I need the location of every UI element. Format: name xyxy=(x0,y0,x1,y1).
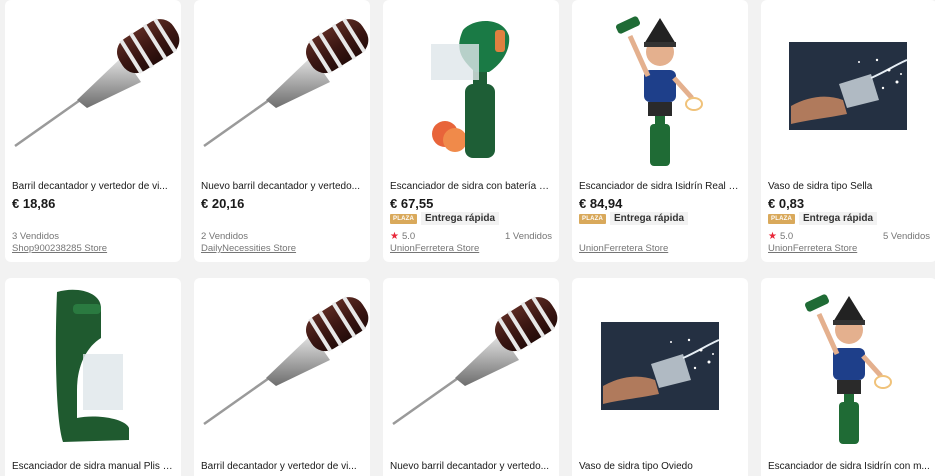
product-price: € 84,94 xyxy=(579,196,623,211)
product-title[interactable]: Vaso de sidra tipo Sella xyxy=(768,181,930,192)
star-icon: ★ xyxy=(768,231,777,242)
fast-delivery-label: Entrega rápida xyxy=(799,212,878,225)
product-title[interactable]: Escanciador de sidra manual Plis P... xyxy=(12,461,174,472)
product-title[interactable]: Barril decantador y vertedor de vi... xyxy=(201,461,363,472)
cider-glass-image[interactable] xyxy=(761,0,935,176)
product-title[interactable]: Barril decantador y vertedor de vi... xyxy=(12,181,174,192)
product-title[interactable]: Escanciador de sidra Isidrín con m... xyxy=(768,461,930,472)
rating: ★ 5.0 xyxy=(768,231,793,242)
plaza-badge: PLAZA xyxy=(579,213,606,224)
product-price: € 67,55 xyxy=(390,196,434,211)
isidrin-figure-image[interactable] xyxy=(572,0,748,176)
product-price: € 20,16 xyxy=(201,196,245,211)
barrel-pourer-image[interactable] xyxy=(194,278,370,454)
product-price: € 0,83 xyxy=(768,196,805,211)
manual-pourer-image[interactable] xyxy=(5,278,181,454)
store-link[interactable]: UnionFerretera Store xyxy=(390,243,479,254)
product-price: € 18,86 xyxy=(12,196,56,211)
barrel-pourer-image[interactable] xyxy=(194,0,370,176)
delivery-badges: PLAZA Entrega rápida xyxy=(768,212,878,225)
product-meta: ★ 5.0 5 Vendidos xyxy=(768,231,930,242)
product-card[interactable]: Escanciador de sidra Isidrín Real O... €… xyxy=(572,0,748,262)
barrel-pourer-image[interactable] xyxy=(383,278,559,454)
fast-delivery-label: Entrega rápida xyxy=(610,212,689,225)
plaza-badge: PLAZA xyxy=(390,213,417,224)
sold-count: 3 Vendidos xyxy=(12,231,60,242)
isidrin-figure-image[interactable] xyxy=(761,278,935,454)
product-title[interactable]: Escanciador de sidra Isidrín Real O... xyxy=(579,181,741,192)
delivery-badges: PLAZA Entrega rápida xyxy=(579,212,689,225)
rating-value: 5.0 xyxy=(779,231,794,242)
product-card[interactable]: Escanciador de sidra manual Plis P... xyxy=(5,278,181,476)
sold-count: 1 Vendidos xyxy=(504,231,552,242)
cider-pourer-image[interactable] xyxy=(383,0,559,176)
sold-count: 2 Vendidos xyxy=(201,231,249,242)
star-icon: ★ xyxy=(390,231,399,242)
rating-value: 5.0 xyxy=(401,231,416,242)
product-card[interactable]: Nuevo barril decantador y vertedo... xyxy=(383,278,559,476)
store-link[interactable]: Shop900238285 Store xyxy=(12,243,107,254)
product-card[interactable]: Vaso de sidra tipo Oviedo xyxy=(572,278,748,476)
store-link[interactable]: DailyNecessities Store xyxy=(201,243,296,254)
store-link[interactable]: UnionFerretera Store xyxy=(579,243,668,254)
sold-count: 5 Vendidos xyxy=(882,231,930,242)
product-card[interactable]: Barril decantador y vertedor de vi... € … xyxy=(5,0,181,262)
product-title[interactable]: Vaso de sidra tipo Oviedo xyxy=(579,461,741,472)
product-card[interactable]: Vaso de sidra tipo Sella € 0,83 PLAZA En… xyxy=(761,0,935,262)
product-card[interactable]: Escanciador de sidra Isidrín con m... xyxy=(761,278,935,476)
store-link[interactable]: UnionFerretera Store xyxy=(768,243,857,254)
barrel-pourer-image[interactable] xyxy=(5,0,181,176)
product-card[interactable]: Nuevo barril decantador y vertedo... € 2… xyxy=(194,0,370,262)
cider-glass-image[interactable] xyxy=(572,278,748,454)
product-title[interactable]: Nuevo barril decantador y vertedo... xyxy=(201,181,363,192)
plaza-badge: PLAZA xyxy=(768,213,795,224)
product-meta: ★ 5.0 1 Vendidos xyxy=(390,231,552,242)
delivery-badges: PLAZA Entrega rápida xyxy=(390,212,500,225)
product-title[interactable]: Nuevo barril decantador y vertedo... xyxy=(390,461,552,472)
rating: ★ 5.0 xyxy=(390,231,415,242)
product-card[interactable]: Barril decantador y vertedor de vi... xyxy=(194,278,370,476)
product-title[interactable]: Escanciador de sidra con batería d... xyxy=(390,181,552,192)
fast-delivery-label: Entrega rápida xyxy=(421,212,500,225)
product-card[interactable]: Escanciador de sidra con batería d... € … xyxy=(383,0,559,262)
